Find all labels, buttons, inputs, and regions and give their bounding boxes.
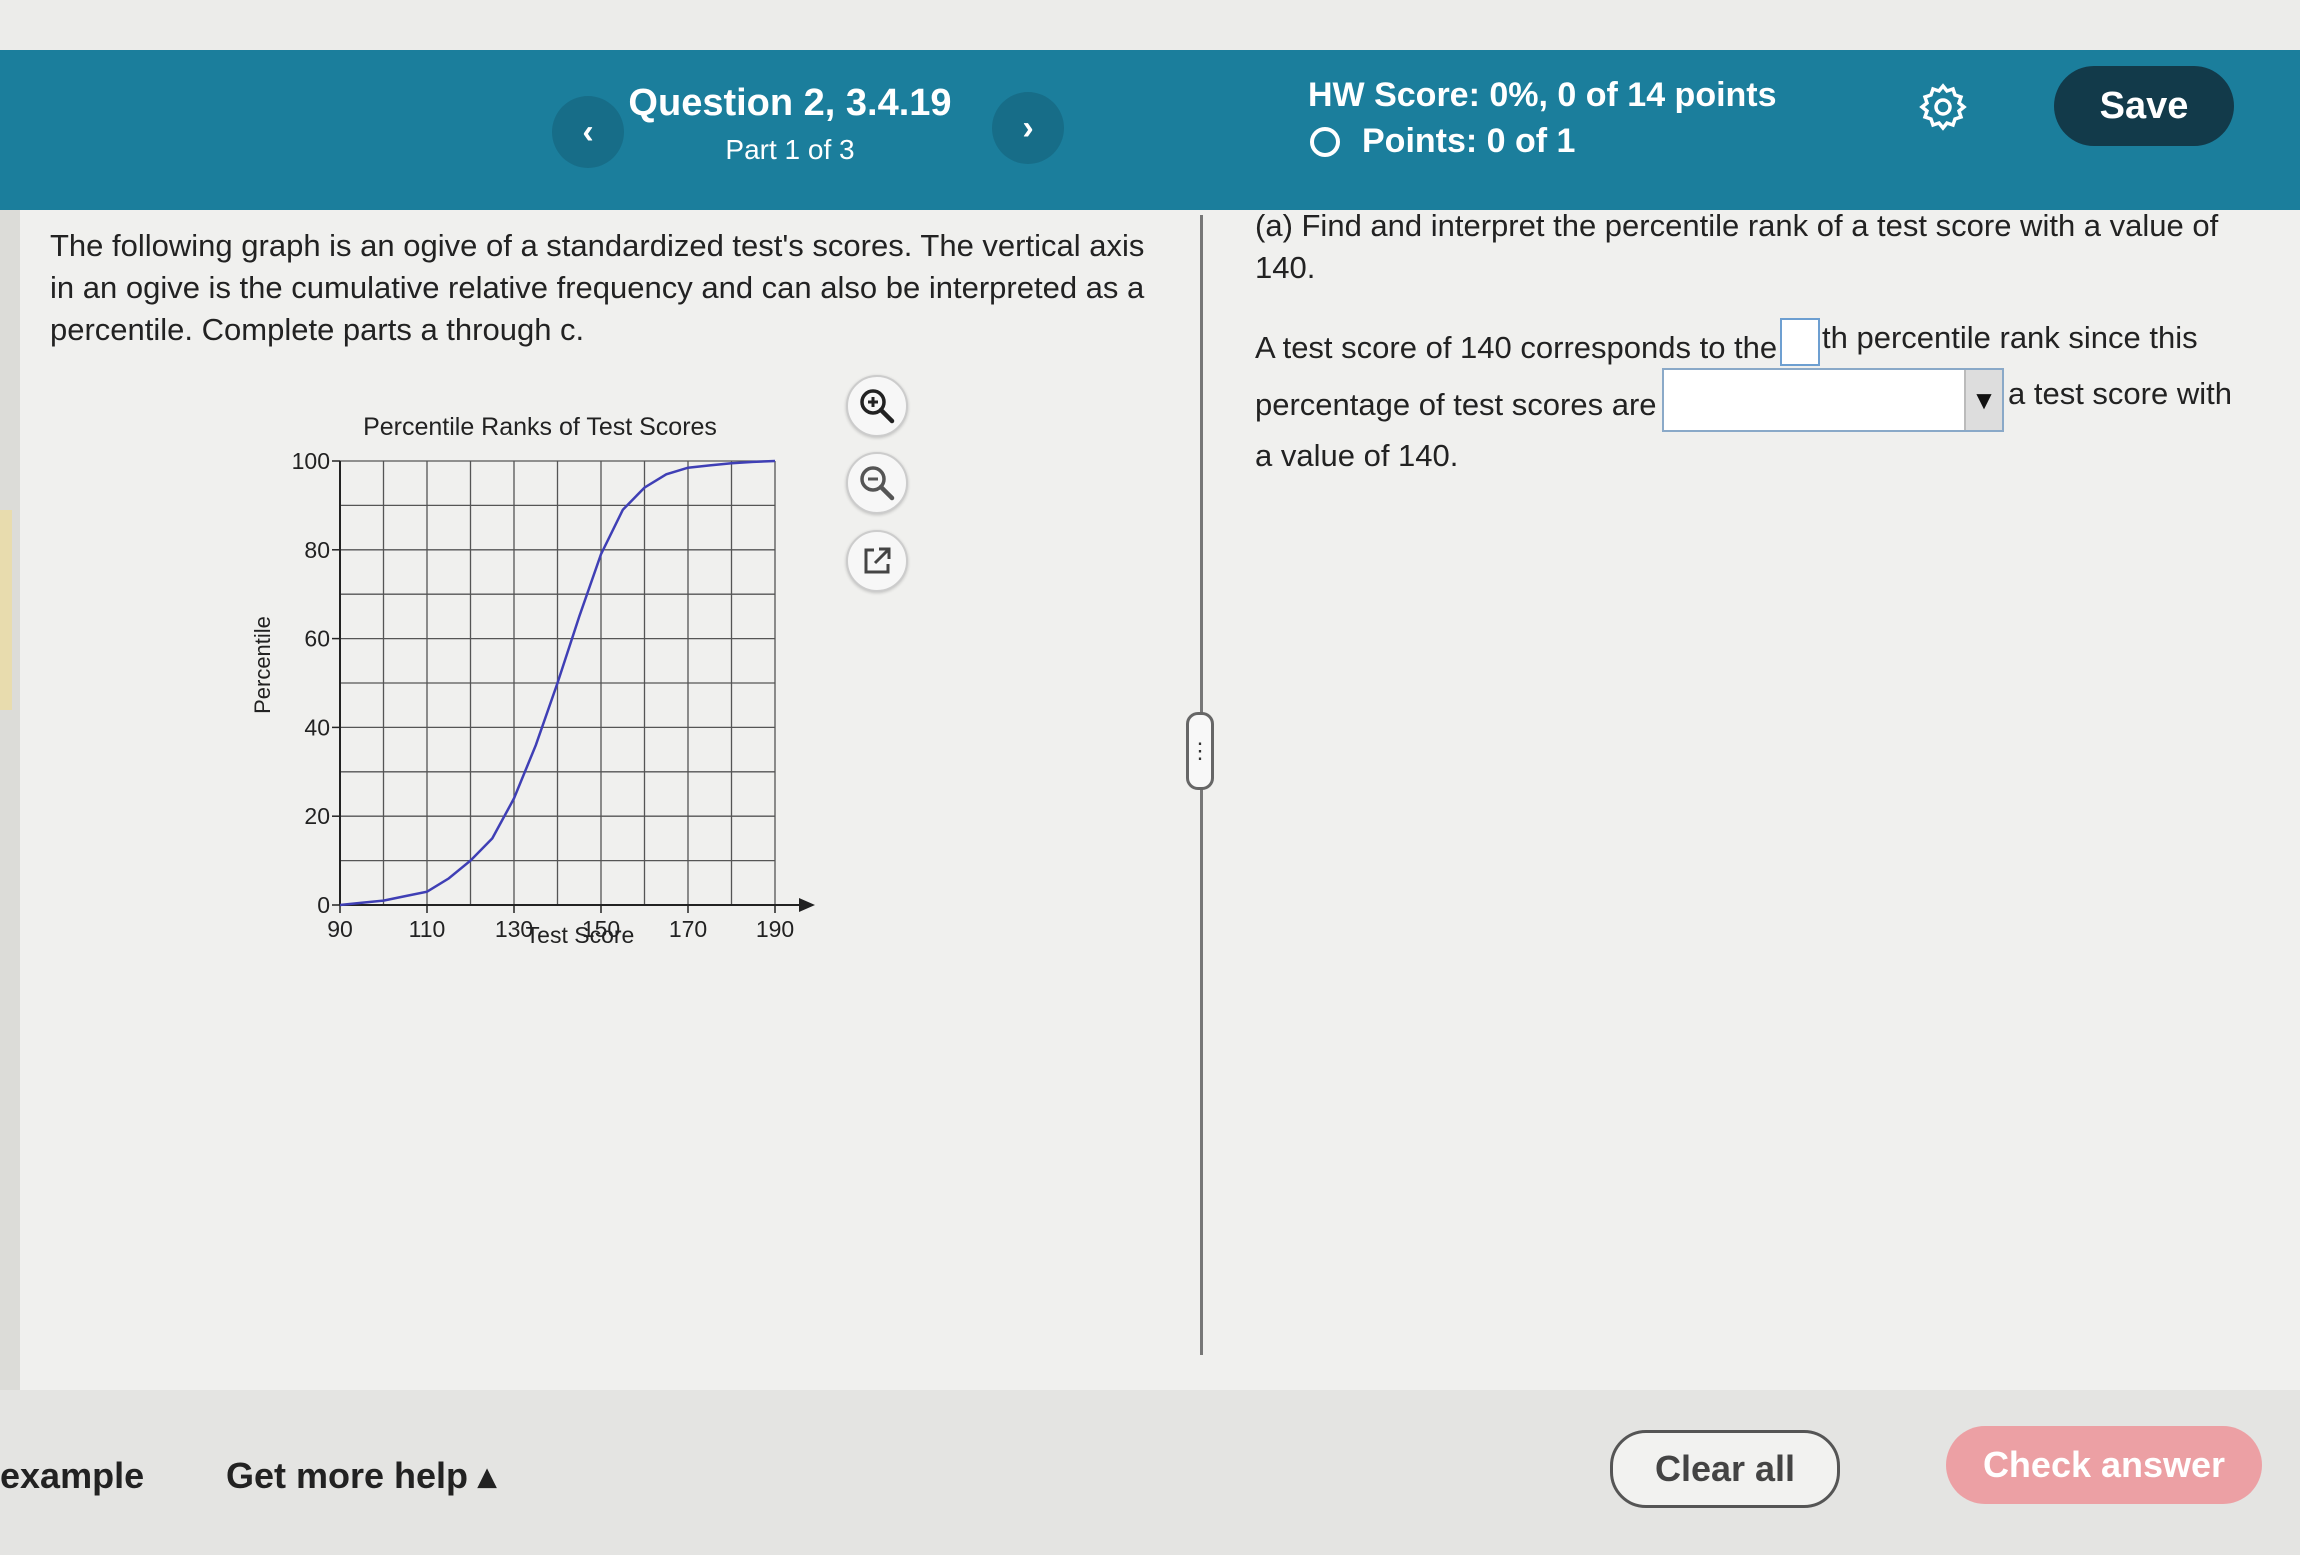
answer-line-3: a value of 140. <box>1255 438 1459 473</box>
check-answer-button[interactable]: Check answer <box>1946 1426 2262 1504</box>
zoom-out-icon <box>860 466 895 501</box>
open-external-button[interactable] <box>846 530 908 592</box>
comparison-dropdown[interactable]: ▼ <box>1662 368 2004 432</box>
get-more-help-link[interactable]: Get more help ▴ <box>226 1455 496 1497</box>
zoom-out-button[interactable] <box>846 452 908 514</box>
save-button[interactable]: Save <box>2054 66 2234 146</box>
status-circle-icon <box>1310 126 1340 157</box>
answer-line-1-end: th percentile rank since this <box>1822 320 2198 355</box>
y-tick-label: 60 <box>304 626 330 652</box>
panel-resize-handle[interactable]: ⋮ <box>1186 712 1214 790</box>
zoom-in-icon <box>860 389 895 424</box>
gear-icon[interactable] <box>1918 82 1968 132</box>
dropdown-arrow-icon: ▼ <box>1964 370 2002 430</box>
y-tick-label: 0 <box>317 892 330 918</box>
part-a-question: (a) Find and interpret the percentile ra… <box>1255 205 2255 289</box>
left-edge-strip <box>0 210 20 1390</box>
chevron-right-icon: › <box>1022 108 1034 147</box>
left-edge-accent <box>0 510 12 710</box>
y-tick-label: 40 <box>304 714 330 740</box>
chart-tick-labels: 90 110 130 150 170 190020406080100 <box>292 448 795 942</box>
y-tick-label: 100 <box>292 448 330 474</box>
points-row: Points: 0 of 1 <box>1310 122 1575 161</box>
chart-title: Percentile Ranks of Test Scores <box>363 413 717 441</box>
part-label: Part 1 of 3 <box>725 134 855 165</box>
answer-line-1-start: A test score of 140 corresponds to the <box>1255 330 1778 365</box>
y-tick-label: 20 <box>304 803 330 829</box>
y-tick-label: 80 <box>304 537 330 563</box>
chart-axes <box>332 460 815 913</box>
points-text: Points: 0 of 1 <box>1362 122 1576 160</box>
x-axis-arrow <box>799 898 815 912</box>
x-axis-label: Test Score <box>526 922 635 948</box>
hw-score: HW Score: 0%, 0 of 14 points <box>1308 76 1777 114</box>
zoom-in-button[interactable] <box>846 375 908 437</box>
clear-all-button[interactable]: Clear all <box>1610 1430 1840 1508</box>
ogive-chart: Percentile Ranks of Test Scores 90 110 130… <box>250 413 815 948</box>
x-tick-label: 110 <box>409 916 446 942</box>
x-tick-label: 190 <box>756 916 794 942</box>
question-intro: The following graph is an ogive of a sta… <box>50 228 1145 347</box>
x-tick-label: 170 <box>669 916 707 942</box>
x-tick-label: 90 <box>327 916 353 942</box>
percentile-answer-input[interactable] <box>1780 318 1820 366</box>
prev-question-button[interactable]: ‹ <box>552 96 624 168</box>
answer-line-2-end: a test score with <box>2008 376 2232 411</box>
external-link-icon <box>864 547 891 574</box>
part-a-text: (a) Find and interpret the percentile ra… <box>1255 208 2219 285</box>
chevron-left-icon: ‹ <box>582 112 594 151</box>
next-question-button[interactable]: › <box>992 92 1064 164</box>
answer-line-2-start: percentage of test scores are <box>1255 387 1657 422</box>
question-title: Question 2, 3.4.19 <box>628 82 952 124</box>
y-axis-label: Percentile <box>250 616 275 714</box>
view-example-link[interactable]: example <box>0 1455 144 1497</box>
